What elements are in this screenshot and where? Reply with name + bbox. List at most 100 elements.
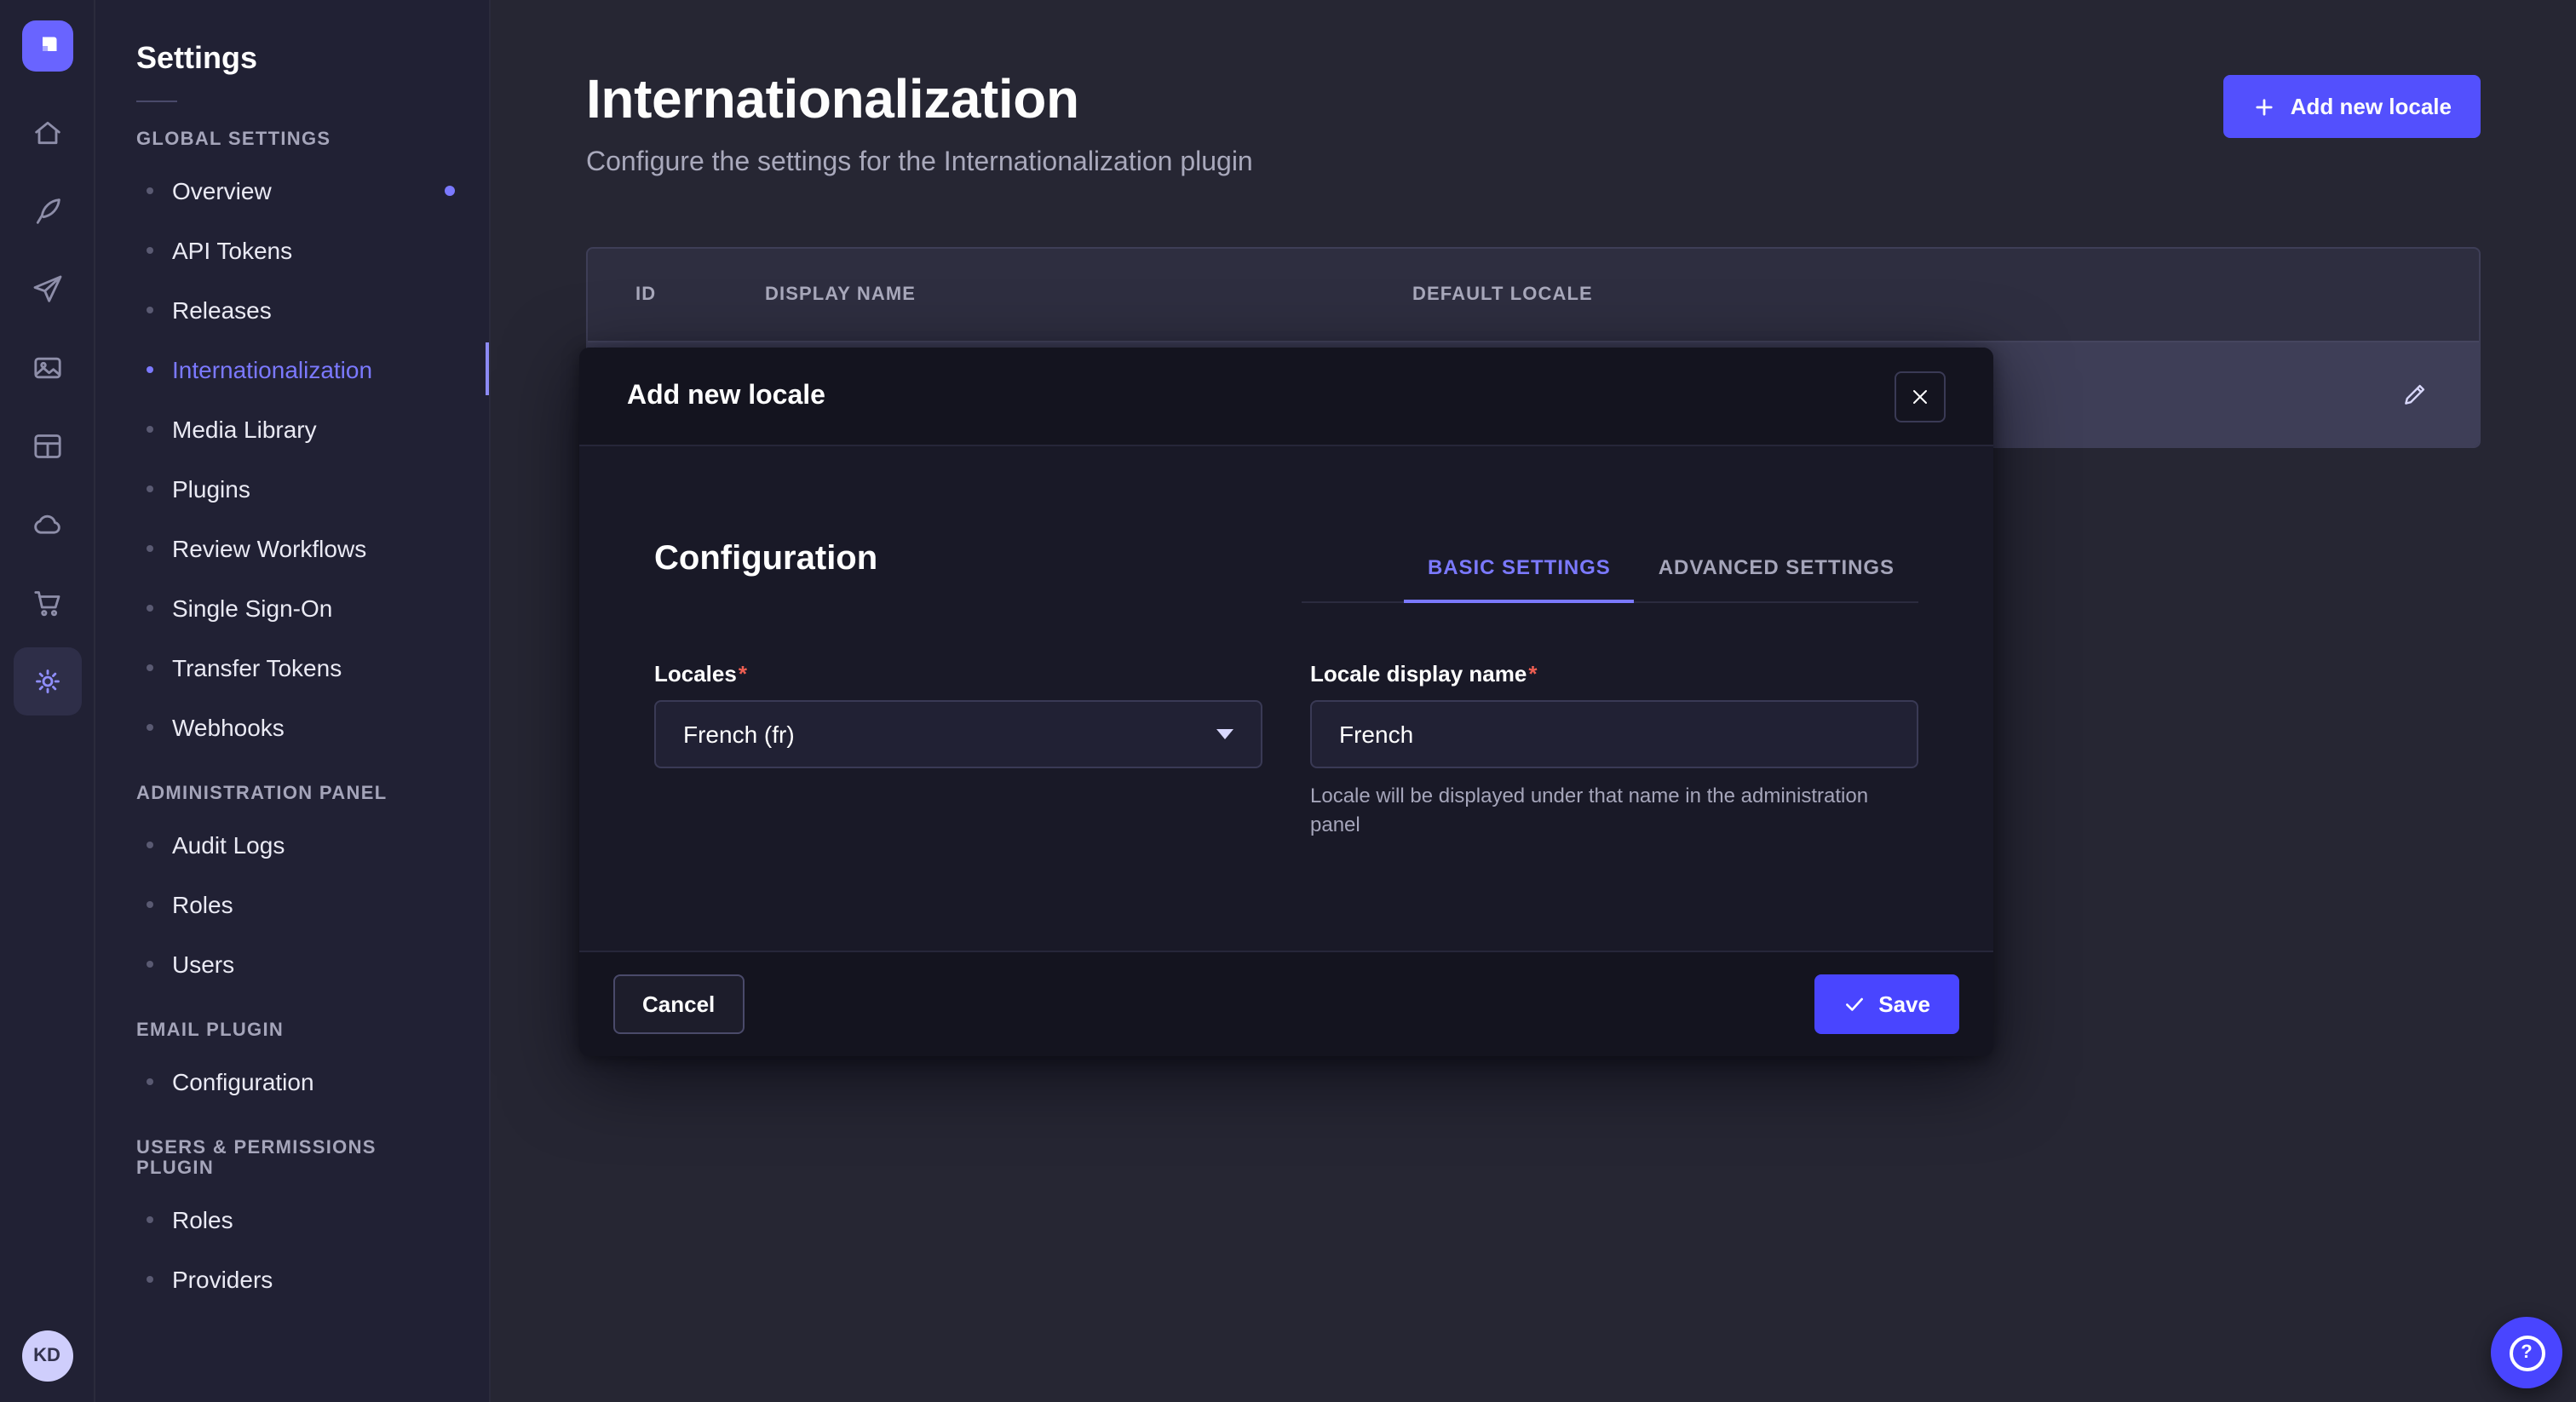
help-button[interactable]: ? (2491, 1317, 2562, 1388)
divider (136, 101, 177, 102)
sidebar-item-media-library[interactable]: Media Library (95, 399, 489, 458)
sidebar-item-users[interactable]: Users (95, 934, 489, 993)
bullet-dot (147, 544, 153, 551)
bullet-dot (147, 485, 153, 491)
bullet-dot (147, 960, 153, 967)
sidebar-item-review-workflows[interactable]: Review Workflows (95, 518, 489, 577)
modal-close-button[interactable] (1895, 371, 1946, 422)
strapi-logo-icon (32, 31, 62, 61)
bullet-dot (147, 425, 153, 432)
section-label: EMAIL PLUGIN (95, 1020, 489, 1041)
display-name-field-label: Locale display name* (1310, 661, 1918, 687)
paper-plane-icon[interactable] (13, 256, 81, 324)
section-global-settings: GLOBAL SETTINGS Overview API Tokens Rele… (95, 129, 489, 756)
bullet-dot (147, 1077, 153, 1084)
check-icon (1843, 993, 1865, 1015)
rail-icon-list (13, 99, 81, 715)
bullet-dot (147, 187, 153, 193)
page-header-text: Internationalization Configure the setti… (586, 68, 1253, 179)
modal-title: Add new locale (627, 381, 825, 411)
cloud-icon[interactable] (13, 491, 81, 559)
locales-select-value: French (fr) (683, 721, 795, 748)
modal-header: Add new locale (579, 348, 1993, 446)
sidebar-title: Settings (95, 41, 489, 77)
sidebar-item-providers[interactable]: Providers (95, 1249, 489, 1308)
required-asterisk: * (739, 661, 747, 687)
sidebar-item-label: Media Library (172, 415, 317, 442)
bullet-dot (147, 246, 153, 253)
tab-advanced-settings[interactable]: ADVANCED SETTINGS (1635, 535, 1918, 601)
sidebar-item-plugins[interactable]: Plugins (95, 458, 489, 518)
home-icon[interactable] (13, 99, 81, 167)
sidebar-item-audit-logs[interactable]: Audit Logs (95, 814, 489, 874)
chevron-down-icon (1216, 729, 1233, 739)
media-library-icon[interactable] (13, 334, 81, 402)
locales-label-text: Locales (654, 661, 737, 687)
sidebar-item-label: Releases (172, 296, 272, 323)
bullet-dot (147, 664, 153, 670)
required-asterisk: * (1528, 661, 1537, 687)
sidebar-item-label: Overview (172, 176, 272, 204)
modal-body: Configuration BASIC SETTINGS ADVANCED SE… (579, 446, 1993, 951)
column-header-display-name: DISPLAY NAME (765, 284, 1412, 305)
save-button[interactable]: Save (1814, 974, 1959, 1034)
sidebar-item-roles-up[interactable]: Roles (95, 1189, 489, 1249)
sidebar-item-label: Review Workflows (172, 534, 366, 561)
sidebar-item-internationalization[interactable]: Internationalization (95, 339, 489, 399)
add-new-locale-modal: Add new locale Configuration BASIC SETTI… (579, 348, 1993, 1056)
edit-locale-button[interactable] (2387, 367, 2441, 422)
tab-basic-settings[interactable]: BASIC SETTINGS (1404, 535, 1635, 603)
section-label: GLOBAL SETTINGS (95, 129, 489, 150)
page-title: Internationalization (586, 68, 1253, 131)
strapi-admin: KD Settings GLOBAL SETTINGS Overview API… (0, 0, 2576, 1402)
section-administration-panel: ADMINISTRATION PANEL Audit Logs Roles Us… (95, 784, 489, 993)
bullet-dot (147, 604, 153, 611)
bullet-dot (147, 1275, 153, 1282)
feather-pen-icon[interactable] (13, 177, 81, 245)
display-name-hint: Locale will be displayed under that name… (1310, 782, 1918, 842)
settings-gear-icon[interactable] (13, 647, 81, 715)
bullet-dot (147, 900, 153, 907)
section-label: ADMINISTRATION PANEL (95, 784, 489, 804)
sidebar-item-label: Audit Logs (172, 830, 285, 858)
locales-select[interactable]: French (fr) (654, 700, 1262, 768)
add-new-locale-button[interactable]: Add new locale (2224, 75, 2481, 138)
notification-dot (445, 185, 455, 195)
sidebar-item-label: Users (172, 950, 234, 977)
locales-field-label: Locales* (654, 661, 1262, 687)
sidebar-item-label: Roles (172, 1205, 233, 1232)
sidebar-item-releases[interactable]: Releases (95, 279, 489, 339)
bullet-dot (147, 365, 153, 372)
settings-sidebar: Settings GLOBAL SETTINGS Overview API To… (95, 0, 491, 1402)
cancel-button[interactable]: Cancel (613, 974, 744, 1034)
table-header-row: ID DISPLAY NAME DEFAULT LOCALE (588, 249, 2479, 341)
sidebar-item-label: Plugins (172, 474, 250, 502)
sidebar-item-transfer-tokens[interactable]: Transfer Tokens (95, 637, 489, 697)
question-mark-icon: ? (2509, 1335, 2544, 1370)
bullet-dot (147, 723, 153, 730)
modal-footer: Cancel Save (579, 951, 1993, 1056)
plus-icon (2253, 95, 2277, 118)
sidebar-item-label: Single Sign-On (172, 594, 332, 621)
sidebar-item-label: Configuration (172, 1067, 314, 1095)
strapi-logo[interactable] (21, 20, 72, 72)
display-name-input[interactable] (1310, 700, 1918, 768)
sidebar-item-webhooks[interactable]: Webhooks (95, 697, 489, 756)
section-users-permissions-plugin: USERS & PERMISSIONS PLUGIN Roles Provide… (95, 1138, 489, 1308)
sidebar-item-single-sign-on[interactable]: Single Sign-On (95, 577, 489, 637)
locales-field: Locales* French (fr) (654, 661, 1262, 842)
configuration-header-row: Configuration BASIC SETTINGS ADVANCED SE… (654, 535, 1918, 603)
sidebar-item-overview[interactable]: Overview (95, 160, 489, 220)
marketplace-cart-icon[interactable] (13, 569, 81, 637)
save-button-label: Save (1878, 991, 1930, 1017)
sidebar-item-roles-admin[interactable]: Roles (95, 874, 489, 934)
sidebar-item-label: Webhooks (172, 713, 285, 740)
display-name-field: Locale display name* Locale will be disp… (1310, 661, 1918, 842)
avatar[interactable]: KD (21, 1330, 72, 1382)
sidebar-item-configuration-email[interactable]: Configuration (95, 1051, 489, 1111)
sidebar-item-label: Transfer Tokens (172, 653, 342, 681)
sidebar-item-label: Internationalization (172, 355, 372, 382)
settings-tabs: BASIC SETTINGS ADVANCED SETTINGS (1302, 535, 1918, 603)
layout-icon[interactable] (13, 412, 81, 480)
sidebar-item-api-tokens[interactable]: API Tokens (95, 220, 489, 279)
